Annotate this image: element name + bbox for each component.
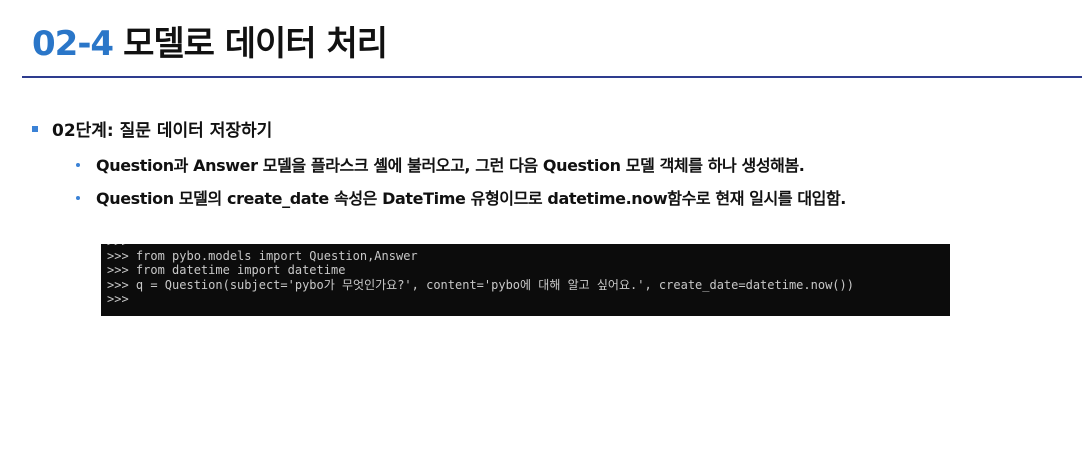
slide-title: 02-4 모델로 데이터 처리 <box>32 16 388 65</box>
slide-title-text: 모델로 데이터 처리 <box>123 24 388 64</box>
terminal-line: >>> <box>107 292 129 306</box>
step-heading-text: 02단계: 질문 데이터 저장하기 <box>52 121 273 141</box>
list-item: Question 모델의 create_date 속성은 DateTime 유형… <box>76 185 846 209</box>
dot-bullet-icon <box>76 195 80 200</box>
list-item: Question과 Answer 모델을 플라스크 셸에 불러오고, 그런 다음… <box>76 152 805 176</box>
dot-bullet-icon <box>76 162 80 167</box>
step-heading: 02단계: 질문 데이터 저장하기 <box>32 116 272 141</box>
terminal-line: >>> q = Question(subject='pybo가 무엇인가요?',… <box>107 278 854 292</box>
slide-number: 02-4 <box>32 24 114 64</box>
title-divider <box>22 76 1082 78</box>
terminal-line: >>> from pybo.models import Question,Ans… <box>107 249 418 263</box>
terminal-line: >>> from datetime import datetime <box>107 263 346 277</box>
terminal-screenshot: >>> >>> from pybo.models import Question… <box>101 244 950 316</box>
list-item-text: Question 모델의 create_date 속성은 DateTime 유형… <box>96 189 846 208</box>
list-item-text: Question과 Answer 모델을 플라스크 셸에 불러오고, 그런 다음… <box>96 156 805 175</box>
square-bullet-icon <box>32 126 38 132</box>
